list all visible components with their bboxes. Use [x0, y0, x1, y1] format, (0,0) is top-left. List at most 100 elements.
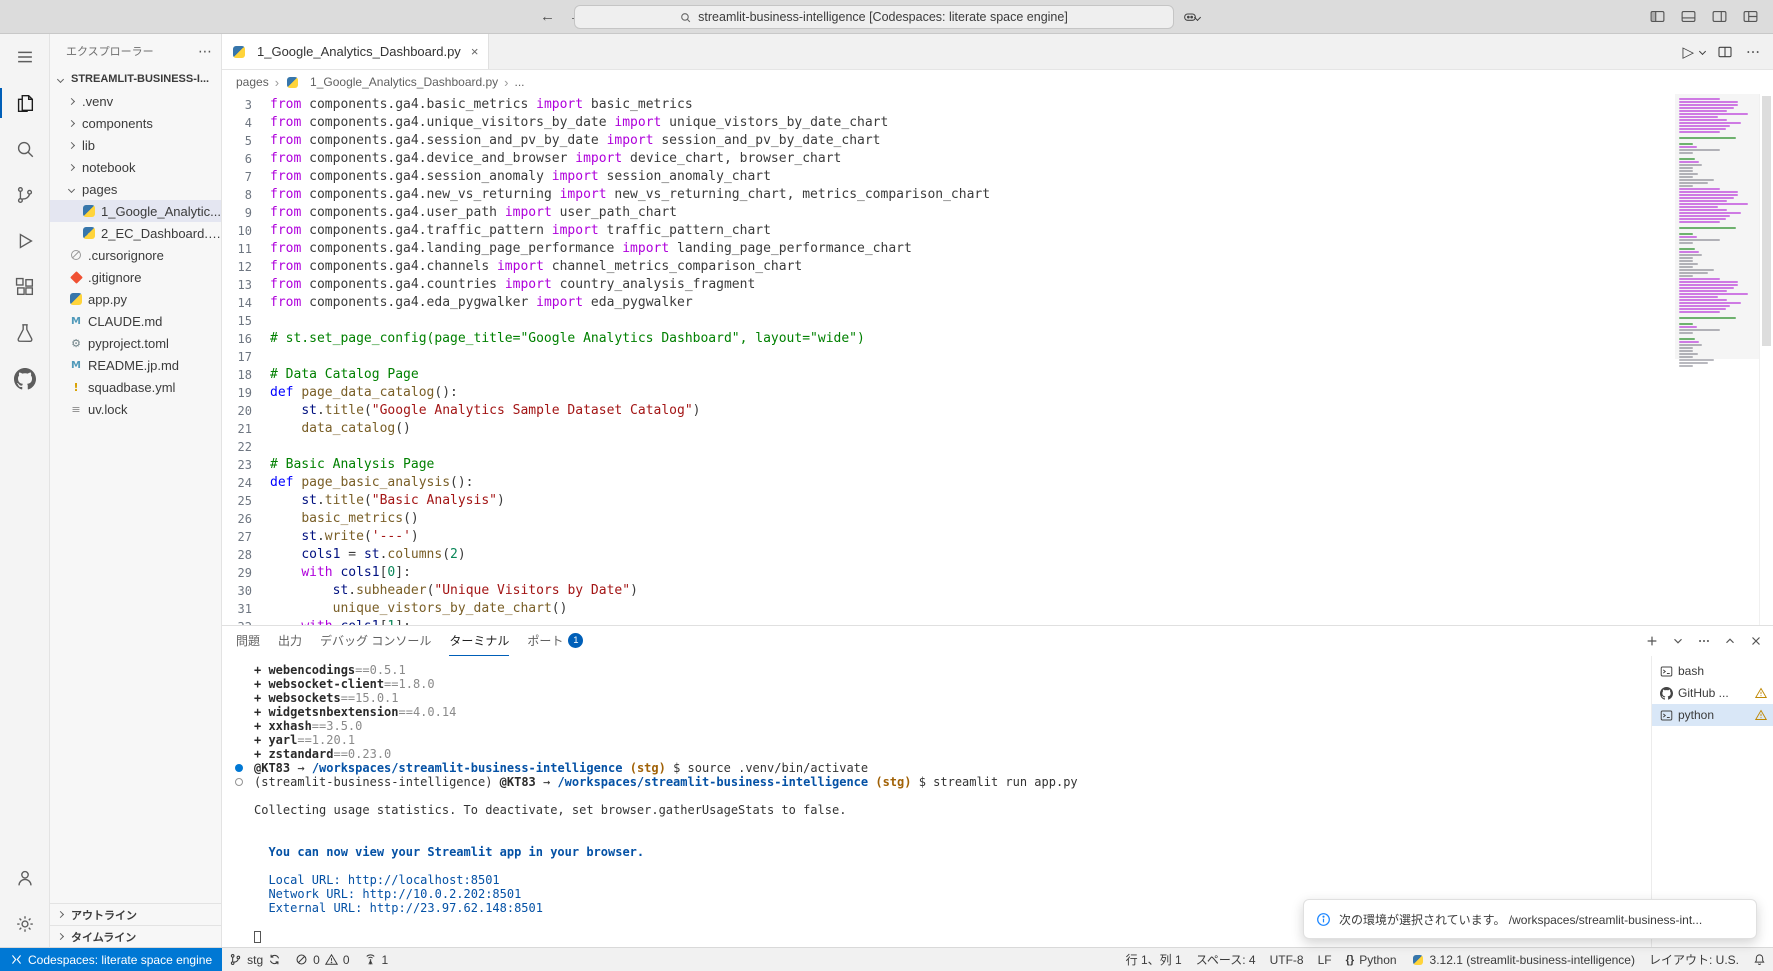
tree-item-gitignore[interactable]: .gitignore: [50, 266, 221, 288]
tree-item-squadbase-yml[interactable]: !squadbase.yml: [50, 376, 221, 398]
activity-explorer[interactable]: [0, 80, 49, 126]
tree-item-app-py[interactable]: app.py: [50, 288, 221, 310]
code-line[interactable]: 16# st.set_page_config(page_title="Googl…: [222, 330, 1675, 348]
code-line[interactable]: 3from components.ga4.basic_metrics impor…: [222, 96, 1675, 114]
project-section-header[interactable]: STREAMLIT-BUSINESS-I...: [50, 68, 221, 90]
tree-item-1-google-analytic[interactable]: 1_Google_Analytic...: [50, 200, 221, 222]
problems-indicator[interactable]: 0 0: [288, 948, 356, 971]
settings-button[interactable]: [0, 901, 49, 947]
line-number[interactable]: 9: [222, 204, 270, 222]
close-panel-icon[interactable]: [1749, 634, 1763, 648]
code-line[interactable]: 5from components.ga4.session_and_pv_by_d…: [222, 132, 1675, 150]
line-number[interactable]: 10: [222, 222, 270, 240]
line-number[interactable]: 16: [222, 330, 270, 348]
command-decoration-filled[interactable]: [235, 764, 243, 772]
code-line[interactable]: 31 unique_vistors_by_date_chart(): [222, 600, 1675, 618]
tree-item-lib[interactable]: lib: [50, 134, 221, 156]
new-terminal-icon[interactable]: [1645, 634, 1659, 648]
line-number[interactable]: 13: [222, 276, 270, 294]
line-number[interactable]: 17: [222, 348, 270, 366]
editor-scrollbar[interactable]: [1759, 94, 1773, 625]
toggle-secondary-sidebar-icon[interactable]: [1711, 8, 1728, 25]
run-dropdown-icon[interactable]: [1699, 48, 1706, 55]
command-center-search[interactable]: streamlit-business-intelligence [Codespa…: [574, 5, 1174, 29]
code-line[interactable]: 21 data_catalog(): [222, 420, 1675, 438]
line-number[interactable]: 8: [222, 186, 270, 204]
tree-item-notebook[interactable]: notebook: [50, 156, 221, 178]
code-line[interactable]: 6from components.ga4.device_and_browser …: [222, 150, 1675, 168]
code-line[interactable]: 22: [222, 438, 1675, 456]
tree-item-uv-lock[interactable]: ≡uv.lock: [50, 398, 221, 420]
line-number[interactable]: 6: [222, 150, 270, 168]
remote-indicator[interactable]: Codespaces: literate space engine: [0, 948, 222, 971]
code-line[interactable]: 8from components.ga4.new_vs_returning im…: [222, 186, 1675, 204]
code-line[interactable]: 25 st.title("Basic Analysis"): [222, 492, 1675, 510]
notifications-bell[interactable]: [1746, 948, 1773, 971]
keyboard-layout[interactable]: レイアウト: U.S.: [1642, 948, 1746, 971]
code-line[interactable]: 19def page_data_catalog():: [222, 384, 1675, 402]
scrollbar-thumb[interactable]: [1762, 96, 1771, 346]
tree-item-2-ec-dashboard-py[interactable]: 2_EC_Dashboard.py: [50, 222, 221, 244]
code-line[interactable]: 4from components.ga4.unique_visitors_by_…: [222, 114, 1675, 132]
cursor-position[interactable]: 行 1、列 1: [1119, 948, 1189, 971]
line-number[interactable]: 5: [222, 132, 270, 150]
panel-tab-problems[interactable]: 問題: [236, 626, 260, 656]
code-line[interactable]: 27 st.write('---'): [222, 528, 1675, 546]
code-line[interactable]: 9from components.ga4.user_path import us…: [222, 204, 1675, 222]
panel-tab-ports[interactable]: ポート1: [527, 626, 583, 656]
line-number[interactable]: 4: [222, 114, 270, 132]
maximize-panel-icon[interactable]: [1723, 634, 1737, 648]
tree-item-venv[interactable]: .venv: [50, 90, 221, 112]
sidebar-more-icon[interactable]: ⋯: [198, 43, 213, 60]
line-number[interactable]: 22: [222, 438, 270, 456]
eol-setting[interactable]: LF: [1311, 948, 1339, 971]
line-number[interactable]: 19: [222, 384, 270, 402]
code-editor[interactable]: 3from components.ga4.basic_metrics impor…: [222, 94, 1773, 625]
activity-search[interactable]: [0, 126, 49, 172]
encoding-setting[interactable]: UTF-8: [1263, 948, 1311, 971]
code-line[interactable]: 13from components.ga4.countries import c…: [222, 276, 1675, 294]
code-line[interactable]: 30 st.subheader("Unique Visitors by Date…: [222, 582, 1675, 600]
code-line[interactable]: 12from components.ga4.channels import ch…: [222, 258, 1675, 276]
panel-tab-output[interactable]: 出力: [278, 626, 302, 656]
ports-indicator[interactable]: 1: [357, 948, 396, 971]
activity-github[interactable]: [0, 356, 49, 402]
customize-layout-icon[interactable]: [1742, 8, 1759, 25]
tree-item-pages[interactable]: pages: [50, 178, 221, 200]
code-line[interactable]: 11from components.ga4.landing_page_perfo…: [222, 240, 1675, 258]
minimap-slider[interactable]: [1675, 94, 1759, 359]
code-line[interactable]: 20 st.title("Google Analytics Sample Dat…: [222, 402, 1675, 420]
line-number[interactable]: 12: [222, 258, 270, 276]
tab-file[interactable]: 1_Google_Analytics_Dashboard.py ×: [222, 34, 489, 69]
line-number[interactable]: 20: [222, 402, 270, 420]
terminal-dropdown-icon[interactable]: [1671, 634, 1685, 648]
line-number[interactable]: 28: [222, 546, 270, 564]
activity-testing[interactable]: [0, 310, 49, 356]
line-number[interactable]: 30: [222, 582, 270, 600]
code-line[interactable]: 29 with cols1[0]:: [222, 564, 1675, 582]
code-line[interactable]: 10from components.ga4.traffic_pattern im…: [222, 222, 1675, 240]
language-mode[interactable]: {} Python: [1339, 948, 1404, 971]
run-python-file-button[interactable]: ▷: [1682, 43, 1694, 61]
timeline-section-header[interactable]: タイムライン: [50, 925, 221, 947]
tree-item-cursorignore[interactable]: .cursorignore: [50, 244, 221, 266]
panel-more-icon[interactable]: [1697, 634, 1711, 648]
code-line[interactable]: 32 with cols1[1]:: [222, 618, 1675, 625]
line-number[interactable]: 3: [222, 96, 270, 114]
terminal-list-item-github[interactable]: GitHub ...: [1652, 682, 1773, 704]
tab-close-icon[interactable]: ×: [471, 44, 479, 59]
tree-item-claude-md[interactable]: MCLAUDE.md: [50, 310, 221, 332]
line-number[interactable]: 27: [222, 528, 270, 546]
code-line[interactable]: 15: [222, 312, 1675, 330]
terminal-list-item-bash[interactable]: bash: [1652, 660, 1773, 682]
code-line[interactable]: 18# Data Catalog Page: [222, 366, 1675, 384]
code-line[interactable]: 23# Basic Analysis Page: [222, 456, 1675, 474]
outline-section-header[interactable]: アウトライン: [50, 903, 221, 925]
activity-run-debug[interactable]: [0, 218, 49, 264]
indentation-setting[interactable]: スペース: 4: [1189, 948, 1263, 971]
activity-extensions[interactable]: [0, 264, 49, 310]
line-number[interactable]: 24: [222, 474, 270, 492]
line-number[interactable]: 14: [222, 294, 270, 312]
toggle-panel-icon[interactable]: [1680, 8, 1697, 25]
branch-indicator[interactable]: stg: [222, 948, 288, 971]
